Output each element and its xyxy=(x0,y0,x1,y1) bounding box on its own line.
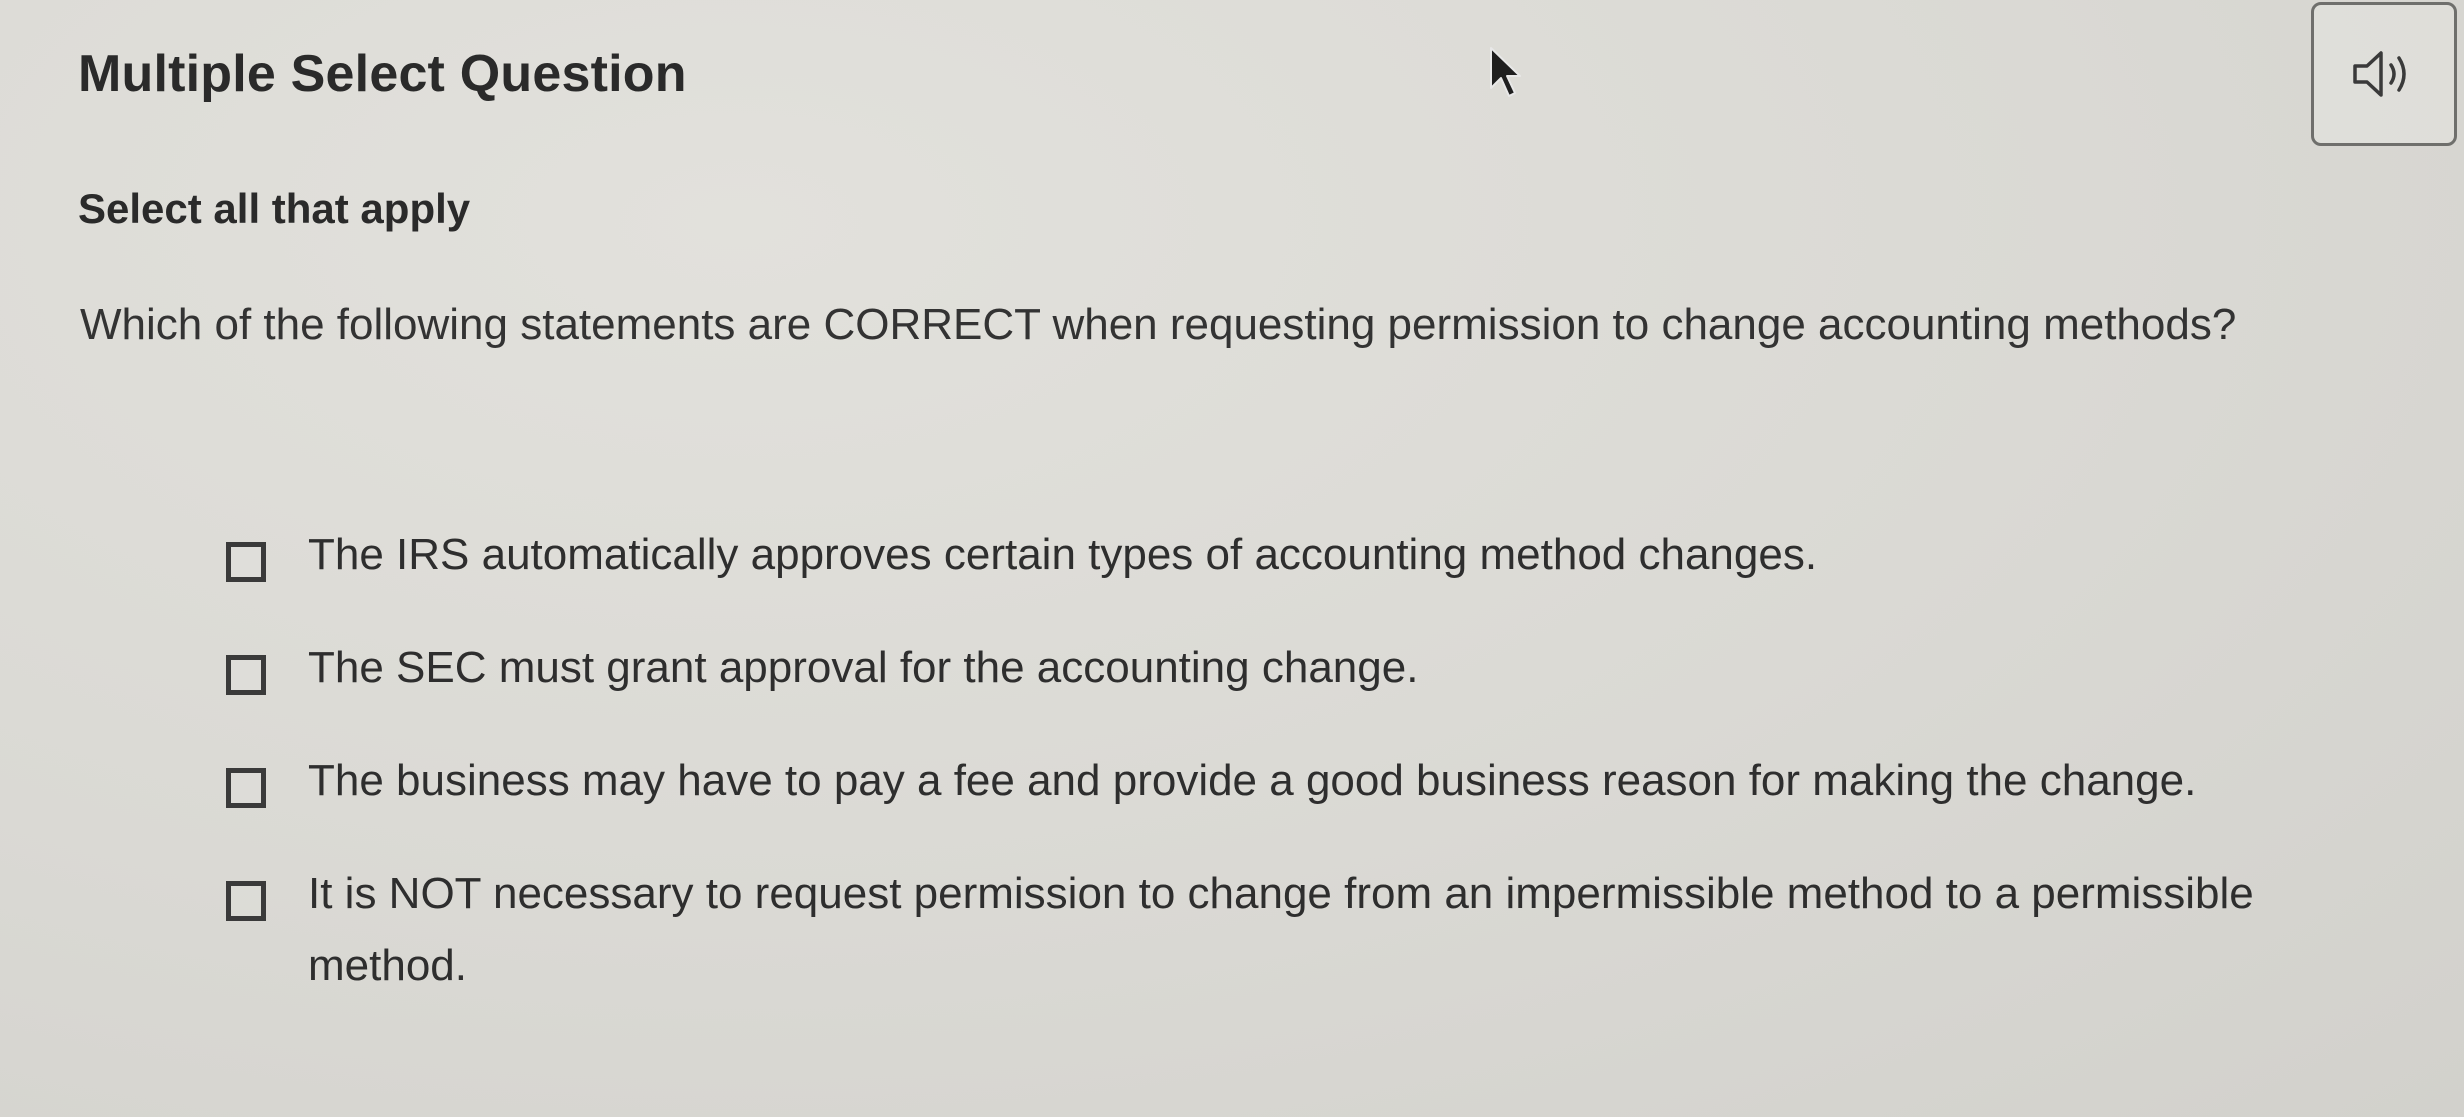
page-title: Multiple Select Question xyxy=(78,45,687,103)
option-3-checkbox[interactable] xyxy=(226,768,266,808)
speaker-icon xyxy=(2353,51,2406,97)
option-1[interactable]: The IRS automatically approves certain t… xyxy=(226,530,2376,591)
answer-options: The IRS automatically approves certain t… xyxy=(226,530,2376,1059)
option-2-checkbox[interactable] xyxy=(226,655,266,695)
option-4[interactable]: It is NOT necessary to request permissio… xyxy=(226,869,2376,1002)
option-1-label[interactable]: The IRS automatically approves certain t… xyxy=(308,519,1817,591)
read-aloud-button[interactable] xyxy=(2311,2,2457,146)
mouse-pointer-icon xyxy=(1490,47,1521,97)
option-3[interactable]: The business may have to pay a fee and p… xyxy=(226,756,2376,817)
option-4-checkbox[interactable] xyxy=(226,881,266,921)
option-1-checkbox[interactable] xyxy=(226,542,266,582)
instruction-text: Select all that apply xyxy=(78,185,471,232)
option-2[interactable]: The SEC must grant approval for the acco… xyxy=(226,643,2376,704)
option-2-label[interactable]: The SEC must grant approval for the acco… xyxy=(308,632,1418,704)
option-3-label[interactable]: The business may have to pay a fee and p… xyxy=(308,745,2196,817)
question-prompt: Which of the following statements are CO… xyxy=(80,300,2237,349)
option-4-label[interactable]: It is NOT necessary to request permissio… xyxy=(308,858,2376,1002)
